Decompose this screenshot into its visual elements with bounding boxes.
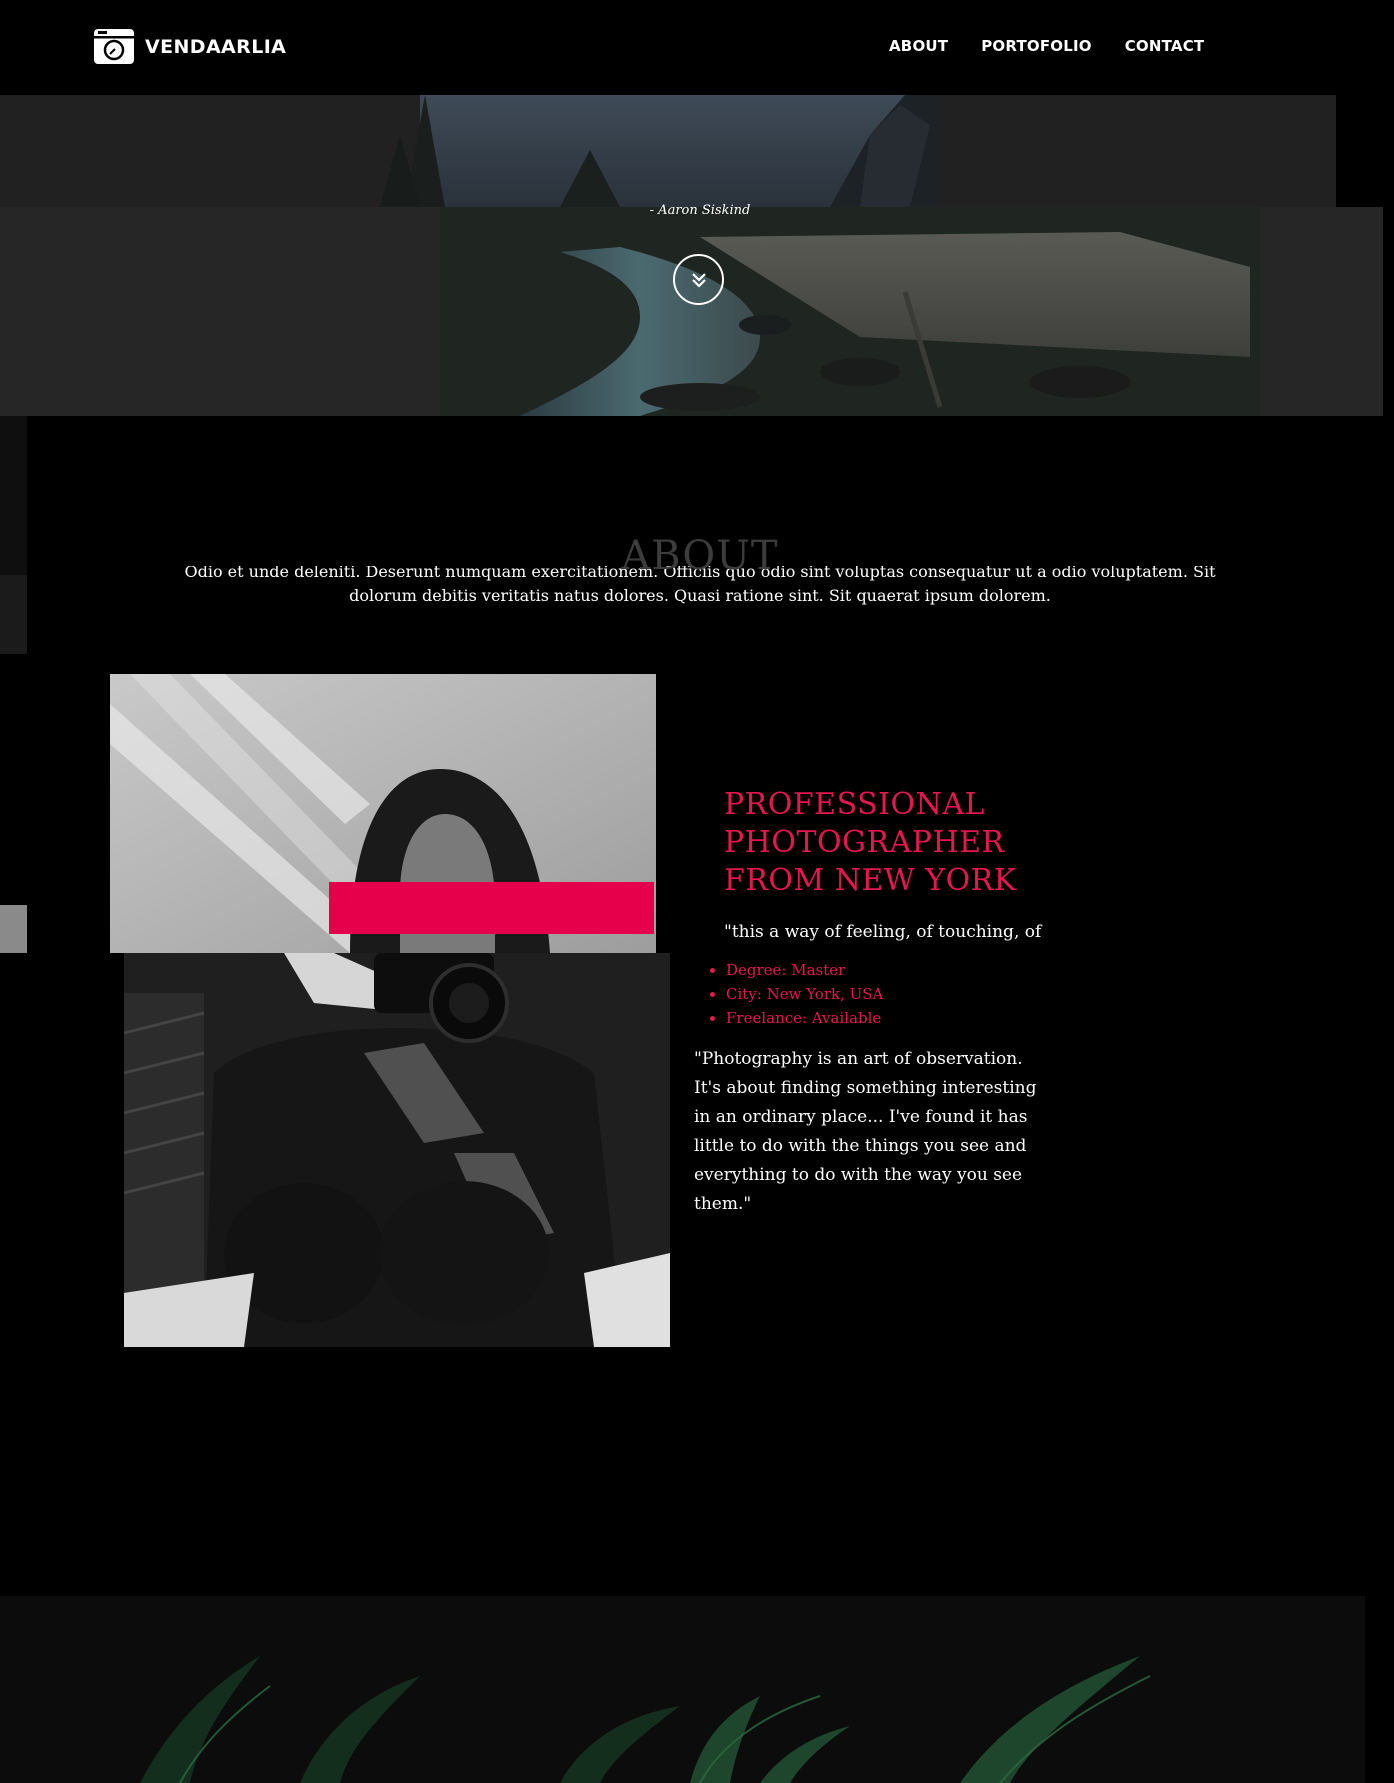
accent-bar xyxy=(329,882,654,934)
about-title: ABOUT xyxy=(621,533,779,579)
camera-icon xyxy=(94,29,134,64)
details-list: Degree: Master City: New York, USA Freel… xyxy=(704,958,883,1030)
hero-quote-author: - Aaron Siskind xyxy=(649,203,751,218)
double-chevron-down-icon xyxy=(691,272,706,288)
section-edge-strip xyxy=(0,905,27,953)
hero-image-top xyxy=(0,95,1336,207)
brand-link[interactable]: VENDAARLIA xyxy=(94,29,286,64)
section-edge-strip xyxy=(0,575,27,654)
detail-degree: Degree: Master xyxy=(726,958,883,982)
main-nav: ABOUT PORTOFOLIO CONTACT xyxy=(889,37,1237,55)
observation-quote: "Photography is an art of observation. I… xyxy=(694,1049,1037,1214)
nav-about[interactable]: ABOUT xyxy=(889,37,948,55)
brand-name: VENDAARLIA xyxy=(145,35,287,58)
nav-portofolio[interactable]: PORTOFOLIO xyxy=(981,37,1092,55)
nav-contact[interactable]: CONTACT xyxy=(1125,37,1205,55)
scroll-down-button[interactable] xyxy=(673,254,724,305)
about-quote: "this a way of feeling, of touching, of xyxy=(724,922,1042,942)
fern-background-section xyxy=(0,1596,1365,1783)
detail-freelance: Freelance: Available xyxy=(726,1006,883,1030)
navbar: VENDAARLIA ABOUT PORTOFOLIO CONTACT xyxy=(0,0,1394,95)
detail-city: City: New York, USA xyxy=(726,982,883,1006)
about-heading: PROFESSIONAL PHOTOGRAPHER FROM NEW YORK xyxy=(724,787,1017,898)
hero-image-main xyxy=(0,207,1383,416)
photographer-photo-bottom xyxy=(124,953,670,1347)
